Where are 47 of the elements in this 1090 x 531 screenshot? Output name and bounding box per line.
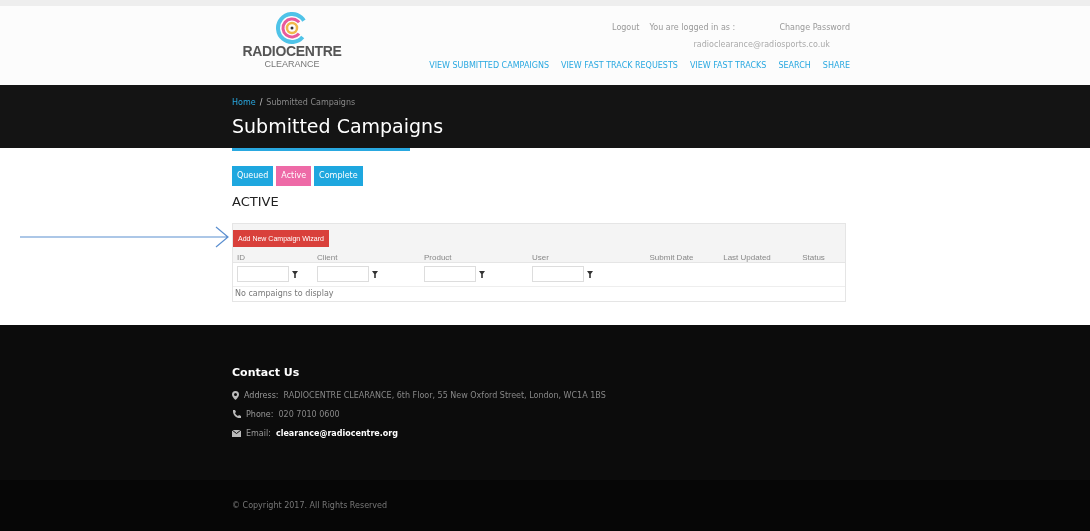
page-title: Submitted Campaigns	[232, 114, 445, 139]
logo-name: RADIOCENTRE	[242, 44, 342, 59]
footer-title: Contact Us	[232, 365, 301, 381]
logo-subtitle: CLEARANCE	[264, 59, 320, 69]
contact-value: 020 7010 0600	[278, 408, 340, 421]
phone-icon	[232, 410, 241, 419]
status-tab[interactable]: Active	[276, 166, 312, 186]
status-tab[interactable]: Queued	[232, 166, 274, 186]
nav-link[interactable]: SHARE	[822, 60, 850, 72]
filter-field[interactable]	[532, 266, 584, 282]
empty-message: No campaigns to display	[234, 287, 334, 300]
section-title: ACTIVE	[232, 193, 280, 211]
nav-link[interactable]: SEARCH	[778, 60, 811, 72]
column-header: ID	[237, 252, 245, 262]
change-password-link[interactable]: Change Password	[779, 22, 850, 34]
status-tab[interactable]: Complete	[314, 166, 363, 186]
column-header: Product	[424, 252, 452, 262]
contact-label: Phone:	[246, 408, 274, 421]
logged-in-label: You are logged in as :	[649, 22, 737, 34]
contact-value: clearance@radiocentre.org	[275, 427, 398, 440]
filter-icon[interactable]	[587, 270, 593, 278]
nav-link[interactable]: VIEW FAST TRACK REQUESTS	[561, 60, 678, 72]
envelope-icon	[232, 430, 241, 437]
filter-field[interactable]	[237, 266, 289, 282]
user-email: radioclearance@radiosports.co.uk	[693, 39, 830, 51]
filter-icon[interactable]	[372, 270, 378, 278]
logout-link[interactable]: Logout	[612, 22, 640, 34]
contact-label: Email:	[246, 427, 271, 440]
contact-value: RADIOCENTRE CLEARANCE, 6th Floor, 55 New Oxford Street, London, WC1A 1BS	[283, 389, 606, 402]
column-header: Client	[317, 252, 338, 262]
copyright-text: © Copyright 2017. All Rights Reserved	[232, 499, 388, 512]
column-header: User	[532, 252, 549, 262]
filter-field[interactable]	[317, 266, 369, 282]
contact-label: Address:	[244, 389, 279, 402]
column-header: Submit Date	[649, 252, 694, 262]
filter-icon[interactable]	[479, 270, 485, 278]
filter-icon[interactable]	[292, 270, 298, 278]
logo-icon	[276, 12, 308, 44]
breadcrumb-home[interactable]: Home	[232, 97, 256, 109]
nav-link[interactable]: VIEW SUBMITTED CAMPAIGNS	[429, 60, 549, 72]
breadcrumb-current: Submitted Campaigns	[266, 97, 356, 109]
breadcrumb-separator: /	[259, 97, 263, 109]
map-pin-icon	[232, 391, 239, 400]
filter-field[interactable]	[424, 266, 476, 282]
nav-link[interactable]: VIEW FAST TRACKS	[689, 60, 767, 72]
column-header: Status	[802, 252, 825, 262]
column-header: Last Updated	[723, 252, 771, 262]
